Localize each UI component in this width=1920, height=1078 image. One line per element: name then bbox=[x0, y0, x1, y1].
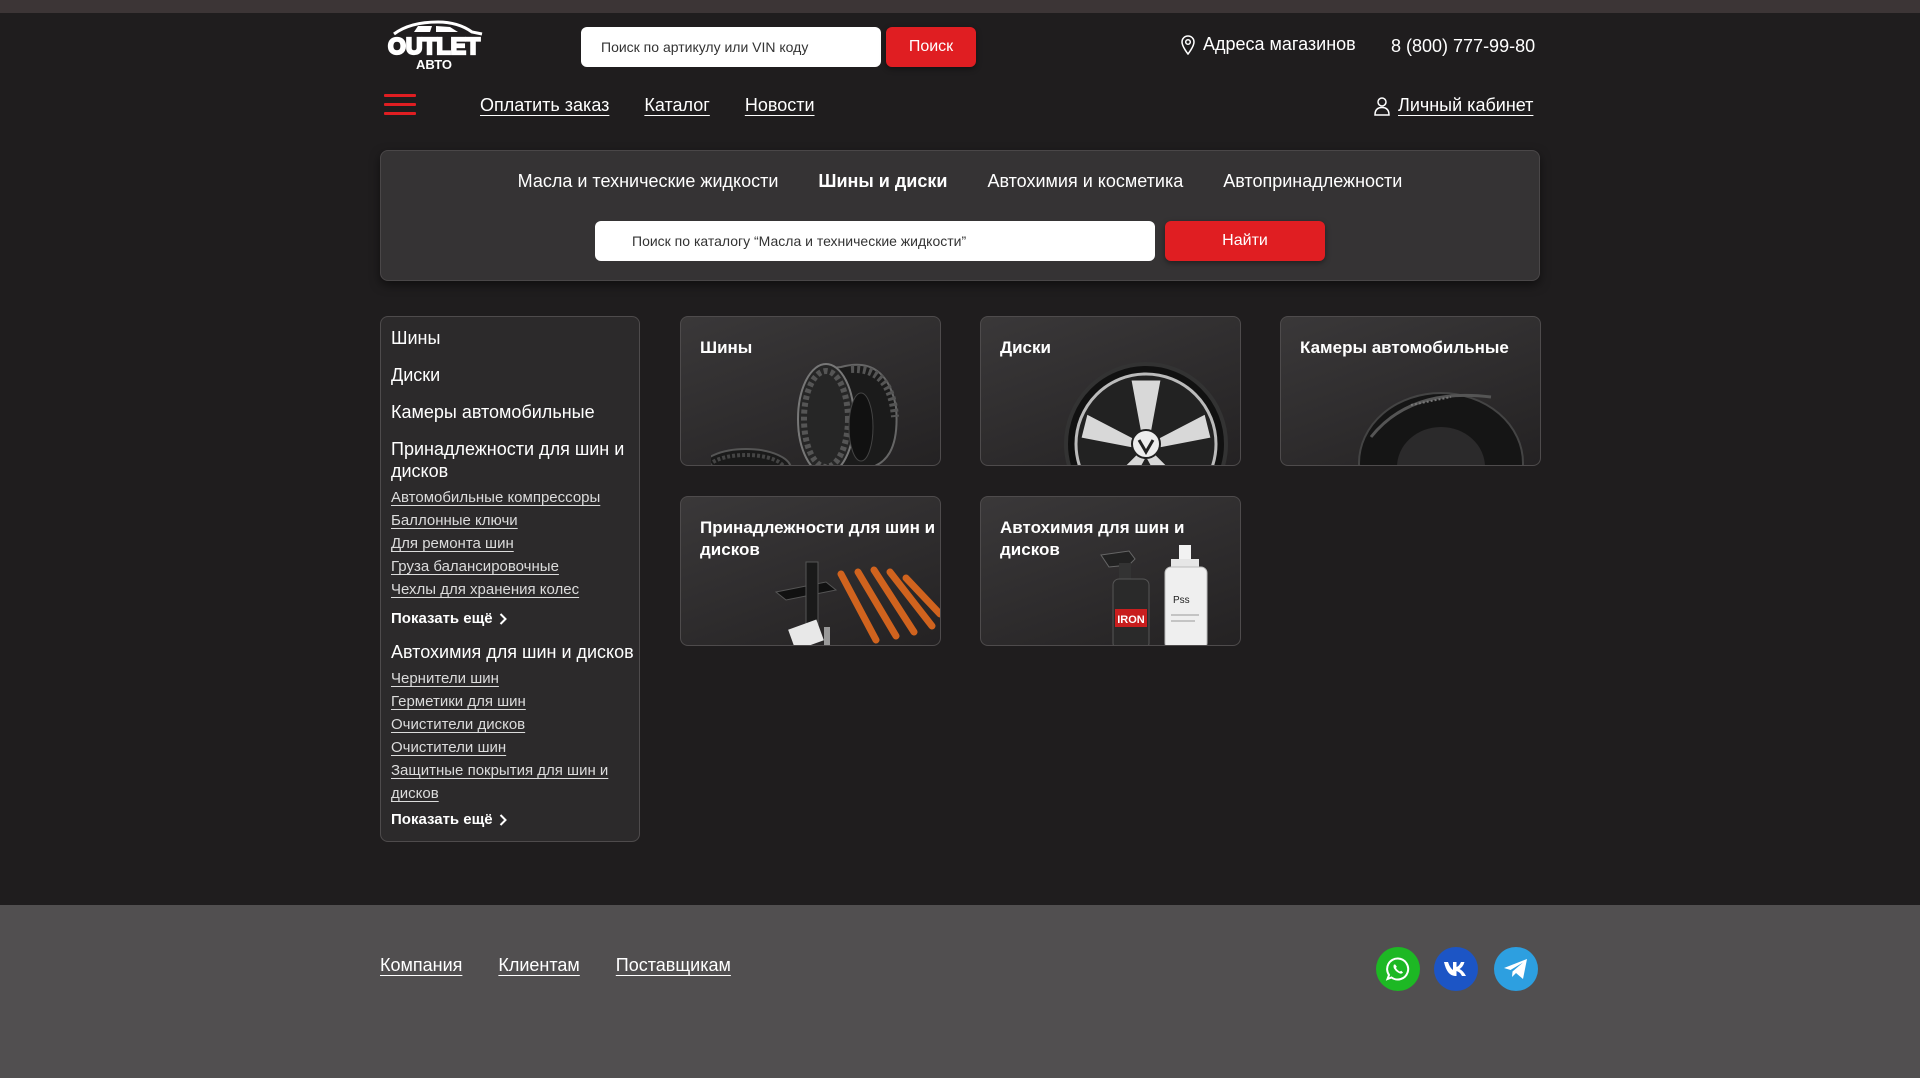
sidebar-link[interactable]: Чернители шин bbox=[391, 667, 639, 690]
tab-accessories[interactable]: Автопринадлежности bbox=[1223, 171, 1402, 192]
top-strip bbox=[0, 0, 1920, 13]
footer-link-company[interactable]: Компания bbox=[380, 955, 462, 976]
sidebar-item-wheels[interactable]: Диски bbox=[391, 364, 639, 386]
repair-kit-image bbox=[774, 561, 940, 645]
site-logo[interactable]: OUTLET OUTLET АВТО bbox=[380, 20, 488, 74]
footer-link-suppliers[interactable]: Поставщикам bbox=[616, 955, 731, 976]
svg-text:OUTLET: OUTLET bbox=[388, 33, 480, 59]
category-card-tire-accessories[interactable]: Принадлежности для шин и дисков bbox=[680, 496, 941, 646]
search-button[interactable]: Поиск bbox=[886, 27, 976, 67]
sidebar-link[interactable]: Защитные покрытия для шин и дисков bbox=[391, 759, 631, 805]
sidebar-item-tire-accessories[interactable]: Принадлежности для шин и дисков bbox=[391, 438, 627, 482]
card-title: Камеры автомобильные bbox=[1300, 338, 1509, 357]
menu-icon[interactable] bbox=[384, 94, 416, 116]
tab-tires-wheels[interactable]: Шины и диски bbox=[818, 171, 947, 192]
inner-tube-image bbox=[1358, 392, 1524, 465]
telegram-icon[interactable] bbox=[1494, 947, 1538, 991]
svg-text:Pss: Pss bbox=[1173, 595, 1190, 606]
footer-link-clients[interactable]: Клиентам bbox=[498, 955, 579, 976]
sidebar-item-tires[interactable]: Шины bbox=[391, 327, 639, 349]
tab-autochemistry[interactable]: Автохимия и косметика bbox=[987, 171, 1183, 192]
category-card-wheels[interactable]: Диски bbox=[980, 316, 1241, 466]
stores-link[interactable]: Адреса магазинов bbox=[1181, 34, 1356, 55]
show-more-button[interactable]: Показать ещё bbox=[391, 610, 639, 627]
svg-text:IRON: IRON bbox=[1117, 614, 1145, 626]
find-button[interactable]: Найти bbox=[1165, 221, 1325, 261]
sidebar-link[interactable]: Чехлы для хранения колес bbox=[391, 578, 639, 601]
personal-cabinet-link[interactable]: Личный кабинет bbox=[1374, 95, 1533, 116]
whatsapp-icon[interactable] bbox=[1376, 947, 1420, 991]
show-more-button[interactable]: Показать ещё bbox=[391, 811, 639, 828]
card-title: Шины bbox=[700, 338, 753, 357]
sidebar-link[interactable]: Очистители дисков bbox=[391, 713, 639, 736]
category-card-tire-chemistry[interactable]: Автохимия для шин и дисков IRON Pss bbox=[980, 496, 1241, 646]
catalog-search-input[interactable]: Поиск по каталогу “Масла и технические ж… bbox=[595, 221, 1155, 261]
user-icon bbox=[1374, 96, 1390, 116]
category-card-tubes[interactable]: Камеры автомобильные bbox=[1280, 316, 1541, 466]
stores-label[interactable]: Адреса магазинов bbox=[1203, 34, 1356, 55]
article-search-input[interactable]: Поиск по артикулу или VIN коду bbox=[581, 27, 881, 67]
sidebar-link[interactable]: Автомобильные компрессоры bbox=[391, 486, 639, 509]
chemistry-products-image: IRON Pss bbox=[1100, 545, 1208, 645]
main-nav: Оплатить заказ Каталог Новости bbox=[480, 95, 850, 116]
phone-number[interactable]: 8 (800) 777-99-80 bbox=[1391, 36, 1535, 57]
tire-image bbox=[711, 363, 899, 465]
sidebar-link[interactable]: Очистители шин bbox=[391, 736, 639, 759]
category-sidebar: Шины Диски Камеры автомобильные Принадле… bbox=[380, 316, 640, 842]
chevron-right-icon bbox=[499, 813, 507, 826]
nav-catalog[interactable]: Каталог bbox=[644, 95, 709, 116]
svg-text:АВТО: АВТО bbox=[416, 57, 452, 72]
card-title: Диски bbox=[1000, 338, 1051, 357]
show-more-label[interactable]: Показать ещё bbox=[391, 610, 493, 627]
tab-oils[interactable]: Масла и технические жидкости bbox=[518, 171, 779, 192]
catalog-tabs: Масла и технические жидкости Шины и диск… bbox=[381, 171, 1539, 192]
chevron-right-icon bbox=[499, 612, 507, 625]
nav-news[interactable]: Новости bbox=[745, 95, 815, 116]
category-card-tires[interactable]: Шины bbox=[680, 316, 941, 466]
sidebar-link[interactable]: Герметики для шин bbox=[391, 690, 639, 713]
footer-links: Компания Клиентам Поставщикам bbox=[380, 955, 731, 976]
wheel-image bbox=[1064, 362, 1228, 465]
nav-pay-order[interactable]: Оплатить заказ bbox=[480, 95, 609, 116]
show-more-label[interactable]: Показать ещё bbox=[391, 811, 493, 828]
sidebar-link[interactable]: Груза балансировочные bbox=[391, 555, 639, 578]
sidebar-item-tire-chemistry[interactable]: Автохимия для шин и дисков bbox=[391, 641, 639, 663]
catalog-panel: Масла и технические жидкости Шины и диск… bbox=[380, 150, 1540, 281]
vk-icon[interactable] bbox=[1434, 947, 1478, 991]
location-pin-icon bbox=[1181, 34, 1195, 55]
sidebar-link[interactable]: Баллонные ключи bbox=[391, 509, 639, 532]
sidebar-link[interactable]: Для ремонта шин bbox=[391, 532, 639, 555]
sidebar-item-tubes[interactable]: Камеры автомобильные bbox=[391, 401, 639, 423]
cabinet-label[interactable]: Личный кабинет bbox=[1398, 95, 1533, 116]
footer: Компания Клиентам Поставщикам bbox=[0, 905, 1920, 1078]
